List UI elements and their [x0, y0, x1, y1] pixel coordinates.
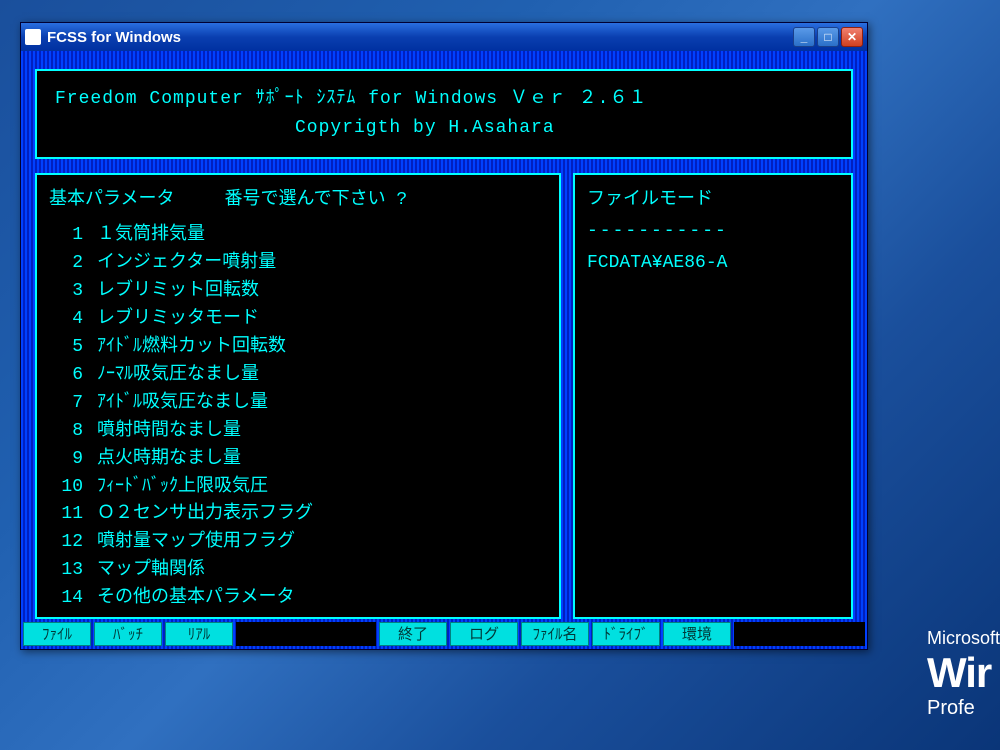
- menu-item[interactable]: 4レブリミッタモード: [49, 306, 547, 334]
- menu-item[interactable]: 10ﾌｨｰﾄﾞﾊﾞｯｸ上限吸気圧: [49, 474, 547, 502]
- header-line1: Freedom Computer ｻﾎﾟｰﾄ ｼｽﾃﾑ for Windows …: [55, 85, 833, 114]
- filename-button[interactable]: ﾌｧｲﾙ名: [521, 622, 589, 646]
- menu-label: 点火時期なまし量: [97, 446, 241, 474]
- menu-label: Ｏ２センサ出力表示フラグ: [97, 501, 313, 529]
- app-icon: [25, 29, 41, 45]
- menu-num: 8: [49, 418, 97, 446]
- menu-item[interactable]: 2インジェクター噴射量: [49, 250, 547, 278]
- menu-label: レブリミット回転数: [97, 278, 259, 306]
- logo-microsoft: Microsoft: [927, 628, 1000, 649]
- app-window: FCSS for Windows _ □ ✕ Freedom Computer …: [20, 22, 868, 650]
- menu-label: ｱｲﾄﾞﾙ吸気圧なまし量: [97, 390, 268, 418]
- file-mode-divider: -----------: [587, 218, 839, 246]
- menu-num: 14: [49, 585, 97, 613]
- file-path: FCDATA¥AE86-A: [587, 250, 839, 278]
- maximize-button[interactable]: □: [817, 27, 839, 47]
- menu-num: 12: [49, 529, 97, 557]
- menu-item[interactable]: 5ｱｲﾄﾞﾙ燃料カット回転数: [49, 334, 547, 362]
- titlebar[interactable]: FCSS for Windows _ □ ✕: [21, 23, 867, 51]
- window-title: FCSS for Windows: [47, 29, 793, 46]
- menu-item[interactable]: 8噴射時間なまし量: [49, 418, 547, 446]
- menu-num: 6: [49, 362, 97, 390]
- drive-button[interactable]: ﾄﾞﾗｲﾌﾞ: [592, 622, 660, 646]
- menu-num: 11: [49, 501, 97, 529]
- env-button[interactable]: 環境: [663, 622, 731, 646]
- menu-label: マップ軸関係: [97, 557, 205, 585]
- bottom-button-bar: ﾌｧｲﾙ ﾊﾞｯﾁ ﾘｱﾙ 終了 ログ ﾌｧｲﾙ名 ﾄﾞﾗｲﾌﾞ 環境: [21, 619, 867, 649]
- menu-label: 噴射量マップ使用フラグ: [97, 529, 295, 557]
- menu-num: 9: [49, 446, 97, 474]
- minimize-button[interactable]: _: [793, 27, 815, 47]
- menu-label: その他の基本パラメータ: [97, 585, 294, 613]
- menu-num: 7: [49, 390, 97, 418]
- menu-num: 13: [49, 557, 97, 585]
- menu-item[interactable]: 6ﾉｰﾏﾙ吸気圧なまし量: [49, 362, 547, 390]
- header-line2: Copyrigth by H.Asahara: [55, 114, 833, 143]
- header-box: Freedom Computer ｻﾎﾟｰﾄ ｼｽﾃﾑ for Windows …: [35, 69, 853, 159]
- menu-label: ﾌｨｰﾄﾞﾊﾞｯｸ上限吸気圧: [97, 474, 268, 502]
- menu-num: 2: [49, 250, 97, 278]
- menu-num: 4: [49, 306, 97, 334]
- batch-button[interactable]: ﾊﾞｯﾁ: [94, 622, 162, 646]
- menu-num: 3: [49, 278, 97, 306]
- logo-professional: Profe: [927, 697, 1000, 720]
- menu-item[interactable]: 13マップ軸関係: [49, 557, 547, 585]
- menu-num: 1: [49, 222, 97, 250]
- window-controls: _ □ ✕: [793, 27, 863, 47]
- button-spacer: [734, 622, 865, 646]
- left-panel-header: 基本パラメータ 番号で選んで下さい ?: [49, 187, 547, 215]
- exit-button[interactable]: 終了: [379, 622, 447, 646]
- menu-label: 噴射時間なまし量: [97, 418, 241, 446]
- logo-windows: Wir: [927, 649, 1000, 697]
- panels-row: 基本パラメータ 番号で選んで下さい ? 1１気筒排気量 2インジェクター噴射量 …: [35, 173, 853, 619]
- close-button[interactable]: ✕: [841, 27, 863, 47]
- winxp-desktop-logo: Microsoft Wir Profe: [927, 628, 1000, 720]
- right-panel: ファイルモード ----------- FCDATA¥AE86-A: [573, 173, 853, 619]
- menu-item[interactable]: 7ｱｲﾄﾞﾙ吸気圧なまし量: [49, 390, 547, 418]
- real-button[interactable]: ﾘｱﾙ: [165, 622, 233, 646]
- menu-item[interactable]: 14その他の基本パラメータ: [49, 585, 547, 613]
- menu-num: 10: [49, 474, 97, 502]
- menu-label: レブリミッタモード: [97, 306, 259, 334]
- log-button[interactable]: ログ: [450, 622, 518, 646]
- left-panel: 基本パラメータ 番号で選んで下さい ? 1１気筒排気量 2インジェクター噴射量 …: [35, 173, 561, 619]
- menu-item[interactable]: 9点火時期なまし量: [49, 446, 547, 474]
- menu-item[interactable]: 11Ｏ２センサ出力表示フラグ: [49, 501, 547, 529]
- file-button[interactable]: ﾌｧｲﾙ: [23, 622, 91, 646]
- menu-label: １気筒排気量: [97, 222, 205, 250]
- menu-label: ｱｲﾄﾞﾙ燃料カット回転数: [97, 334, 286, 362]
- menu-item[interactable]: 12噴射量マップ使用フラグ: [49, 529, 547, 557]
- left-panel-prompt: 番号で選んで下さい ?: [224, 187, 407, 215]
- client-area: Freedom Computer ｻﾎﾟｰﾄ ｼｽﾃﾑ for Windows …: [21, 51, 867, 619]
- menu-item[interactable]: 1１気筒排気量: [49, 222, 547, 250]
- left-panel-title: 基本パラメータ: [49, 187, 174, 215]
- menu-item[interactable]: 3レブリミット回転数: [49, 278, 547, 306]
- file-mode-title: ファイルモード: [587, 187, 839, 215]
- menu-label: ﾉｰﾏﾙ吸気圧なまし量: [97, 362, 259, 390]
- menu-label: インジェクター噴射量: [97, 250, 276, 278]
- button-spacer: [236, 622, 376, 646]
- menu-num: 5: [49, 334, 97, 362]
